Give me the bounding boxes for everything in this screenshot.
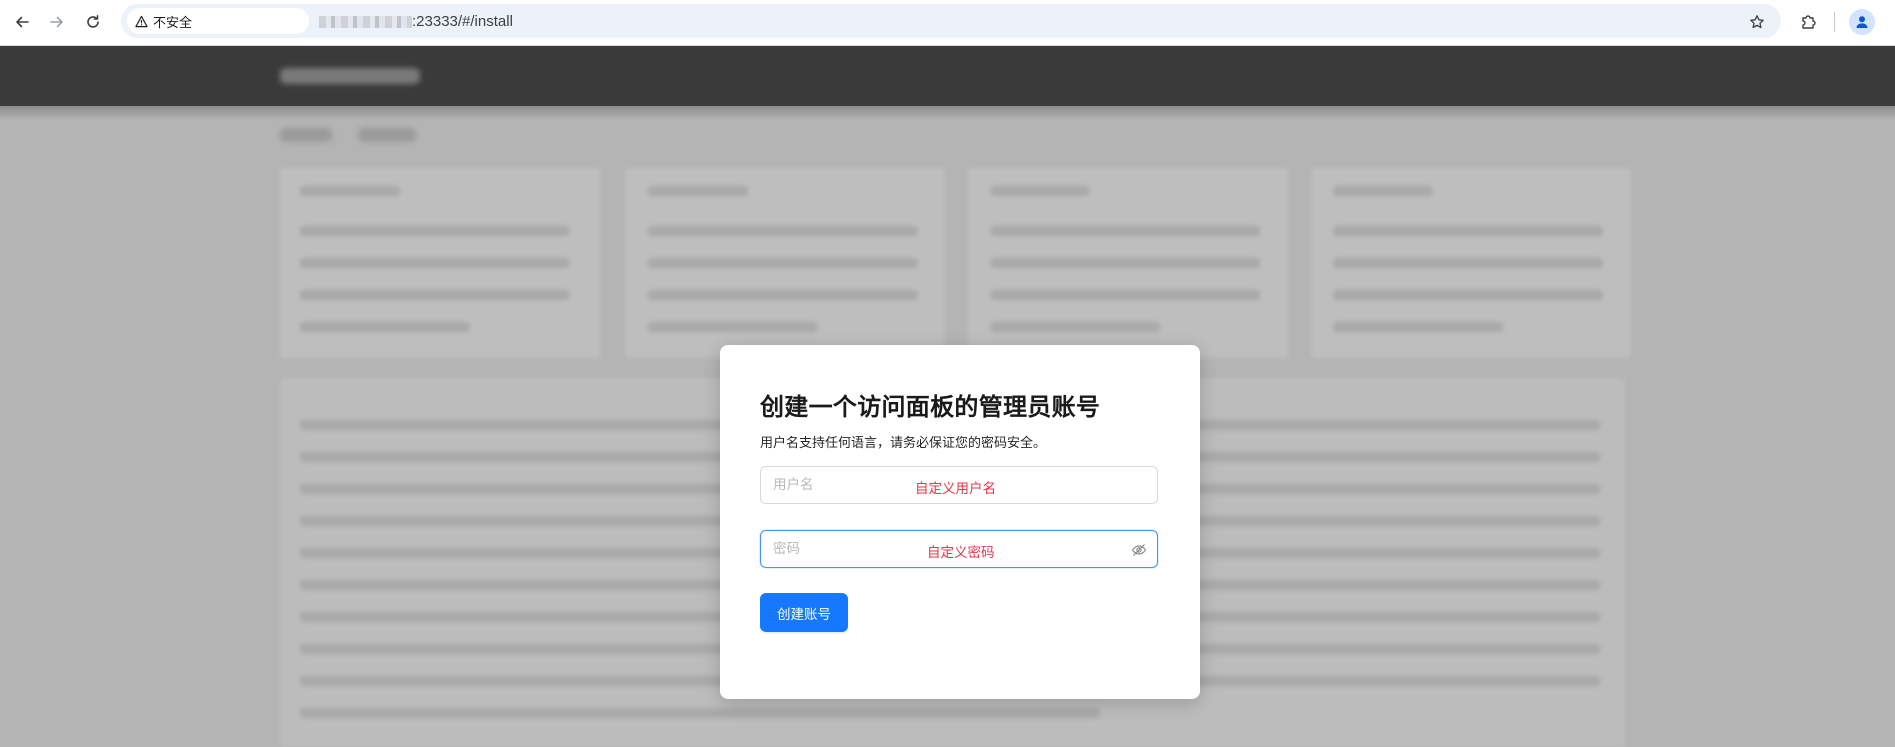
card-line: [300, 290, 570, 300]
back-button[interactable]: [9, 9, 35, 35]
username-input[interactable]: [761, 467, 1157, 503]
card-line: [1333, 322, 1503, 332]
password-field[interactable]: 自定义密码: [760, 530, 1158, 568]
person-icon: [1856, 16, 1868, 28]
arrow-left-icon: [16, 16, 29, 28]
profile-button[interactable]: [1849, 9, 1875, 35]
browser-toolbar: 不安全 :23333/#/install: [0, 0, 1895, 46]
extensions-button[interactable]: [1796, 9, 1822, 35]
card-line: [1333, 226, 1603, 236]
card-line: [990, 226, 1260, 236]
security-chip[interactable]: 不安全: [127, 8, 309, 34]
panel-line: [300, 708, 1100, 718]
card-line: [300, 322, 470, 332]
card-line: [300, 258, 570, 268]
card-line: [648, 322, 818, 332]
password-input[interactable]: [761, 531, 1157, 567]
card-line: [648, 186, 748, 196]
forward-button[interactable]: [44, 9, 70, 35]
card-line: [990, 290, 1260, 300]
star-icon: [1750, 15, 1764, 29]
create-admin-dialog: 创建一个访问面板的管理员账号 用户名支持任何语言，请务必保证您的密码安全。 自定…: [720, 345, 1200, 699]
create-account-button[interactable]: 创建账号: [760, 593, 848, 632]
card-line: [648, 226, 918, 236]
puzzle-icon: [1802, 15, 1816, 29]
bookmark-button[interactable]: [1744, 9, 1770, 35]
card-line: [648, 290, 918, 300]
address-bar[interactable]: 不安全 :23333/#/install: [121, 4, 1781, 38]
arrow-right-icon: [50, 16, 63, 28]
card-line: [300, 186, 400, 196]
card-line: [990, 186, 1090, 196]
breadcrumb: [280, 128, 332, 142]
reload-button[interactable]: [80, 9, 106, 35]
reload-icon: [87, 15, 99, 28]
warning-icon: [135, 15, 148, 27]
card-line: [1333, 258, 1603, 268]
toolbar-divider: [1834, 12, 1835, 32]
card-line: [1333, 290, 1603, 300]
dialog-description: 用户名支持任何语言，请务必保证您的密码安全。: [760, 436, 1047, 451]
app-header: [0, 46, 1895, 120]
card-line: [648, 258, 918, 268]
username-field[interactable]: 自定义用户名: [760, 466, 1158, 504]
redacted-host: [319, 16, 412, 28]
card-line: [990, 322, 1160, 332]
card-line: [1333, 186, 1433, 196]
card-line: [990, 258, 1260, 268]
security-label: 不安全: [153, 15, 193, 31]
dialog-title: 创建一个访问面板的管理员账号: [760, 393, 1101, 421]
breadcrumb-current: [358, 128, 416, 142]
eye-off-icon[interactable]: [1131, 542, 1147, 558]
card-line: [300, 226, 570, 236]
app-logo: [280, 68, 420, 84]
url-text: :23333/#/install: [412, 13, 513, 30]
